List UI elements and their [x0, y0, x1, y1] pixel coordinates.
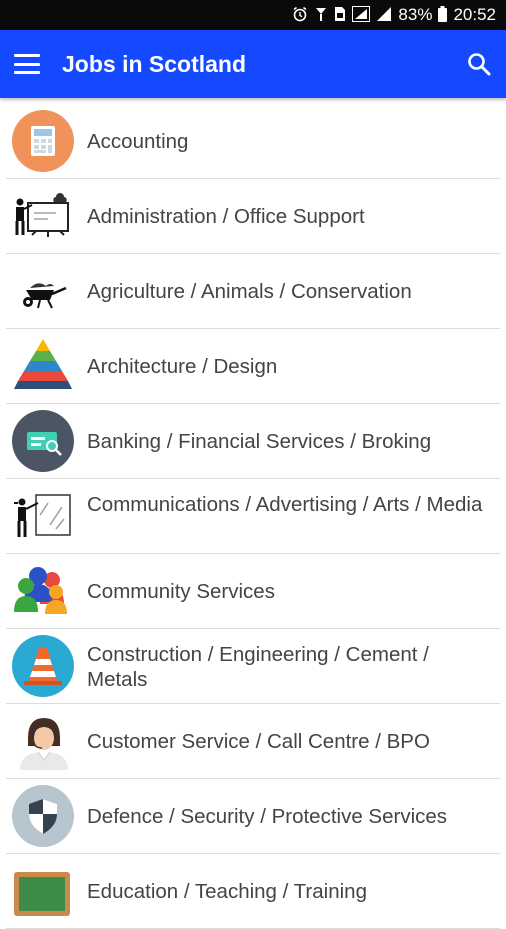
list-item[interactable]: Communications / Advertising / Arts / Me… — [0, 479, 506, 554]
category-label: Communications / Advertising / Arts / Me… — [87, 493, 483, 516]
category-label: Customer Service / Call Centre / BPO — [87, 730, 430, 753]
shield-icon — [12, 785, 74, 847]
search-icon[interactable] — [466, 51, 492, 77]
list-item[interactable]: Administration / Office Support — [0, 179, 506, 254]
traffic-cone-icon — [12, 635, 74, 697]
hamburger-menu-icon[interactable] — [14, 54, 40, 74]
category-label: Administration / Office Support — [87, 205, 365, 228]
clock: 20:52 — [453, 5, 496, 24]
signal-sim1-icon — [352, 5, 371, 25]
list-item[interactable]: Community Services — [0, 554, 506, 629]
wifi-calling-icon — [314, 6, 328, 25]
category-label: Construction / Engineering / Cement / Me… — [87, 643, 429, 691]
call-agent-icon — [12, 710, 74, 772]
category-label: Defence / Security / Protective Services — [87, 805, 448, 828]
category-label: Agriculture / Animals / Conservation — [87, 280, 412, 303]
calculator-icon — [12, 110, 74, 172]
category-list: Accounting Administration / Office Suppo… — [0, 104, 506, 929]
category-label: Architecture / Design — [87, 355, 278, 378]
list-item[interactable]: Construction / Engineering / Cement / Me… — [0, 629, 506, 704]
list-item[interactable]: Education / Teaching / Training — [0, 854, 506, 929]
battery-percent: 83% — [398, 5, 433, 24]
list-item[interactable]: Accounting — [0, 104, 506, 179]
status-bar: 83% 20:52 — [0, 0, 506, 30]
list-item[interactable]: Architecture / Design — [0, 329, 506, 404]
list-item[interactable]: Agriculture / Animals / Conservation — [0, 254, 506, 329]
category-label: Education / Teaching / Training — [87, 880, 367, 903]
chalkboard-icon — [12, 860, 74, 922]
wheelbarrow-icon — [12, 260, 74, 322]
alarm-icon — [292, 6, 308, 25]
presentation-board-icon — [12, 185, 74, 247]
signal-sim2-icon — [376, 6, 392, 25]
pyramid-icon — [12, 335, 74, 397]
list-item[interactable]: Customer Service / Call Centre / BPO — [0, 704, 506, 779]
bank-card-icon — [12, 410, 74, 472]
app-bar: Jobs in Scotland — [0, 30, 506, 98]
category-label: Banking / Financial Services / Broking — [87, 430, 432, 453]
list-item[interactable]: Defence / Security / Protective Services — [0, 779, 506, 854]
category-label: Accounting — [87, 130, 189, 153]
sim-card-icon — [334, 6, 346, 25]
painter-icon — [12, 485, 74, 547]
app-title: Jobs in Scotland — [62, 50, 247, 77]
category-label: Community Services — [87, 580, 275, 603]
battery-icon — [438, 5, 448, 25]
list-item[interactable]: Banking / Financial Services / Broking — [0, 404, 506, 479]
people-icon — [12, 560, 74, 622]
